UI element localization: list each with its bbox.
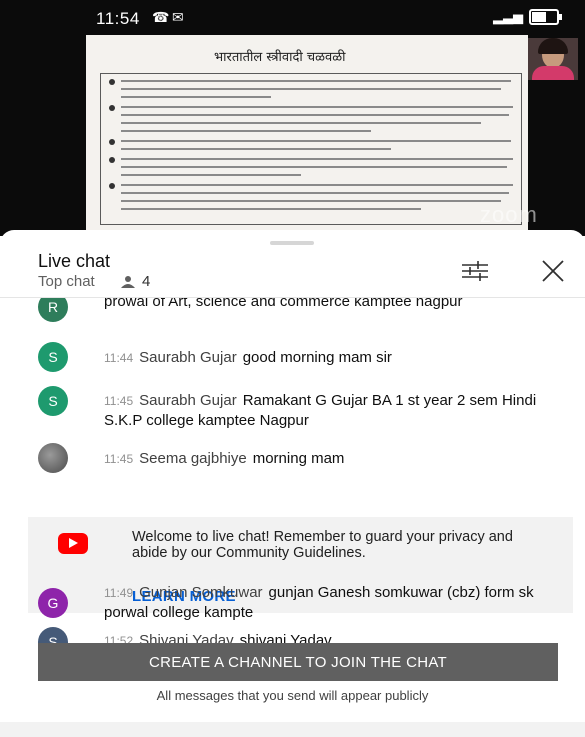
filter-settings-icon[interactable]: [460, 259, 490, 283]
public-notice: All messages that you send will appear p…: [156, 688, 429, 703]
close-icon[interactable]: [540, 258, 566, 284]
message-body: 11:52 Shivani Yadav shivani Yadav: [104, 631, 564, 643]
status-time: 11:54: [96, 9, 140, 28]
chat-messages[interactable]: R prowal of Art, science and commerce ka…: [0, 298, 585, 643]
signal-icon: ▂▃▅: [493, 9, 523, 24]
chat-title: Live chat: [38, 251, 111, 271]
slide-title: भारतातील स्त्रीवादी चळवळी: [214, 50, 346, 65]
zoom-watermark: zoom: [480, 202, 538, 227]
message-time: 11:52: [104, 634, 134, 643]
viewer-count: 4: [142, 273, 151, 290]
create-channel-button[interactable]: CREATE A CHANNEL TO JOIN THE CHAT: [38, 643, 558, 681]
message-author: Seema gajbhiye: [139, 450, 247, 467]
avatar[interactable]: S: [38, 386, 68, 416]
slide-content: [100, 73, 522, 225]
message-body: 11:49 Gunjan Somkuwar gunjan Ganesh somkuw…: [104, 584, 534, 621]
message-time: 11:45: [104, 452, 134, 466]
message-author: Saurabh Gujar: [139, 349, 237, 366]
drag-handle[interactable]: [270, 241, 314, 245]
message-author: Saurabh Gujar: [139, 392, 237, 409]
presenter-thumbnail: [528, 38, 578, 80]
message-author: Gunjan Somkuwar: [139, 584, 263, 601]
avatar[interactable]: [38, 443, 68, 473]
navigation-bar: [0, 722, 585, 737]
battery-icon: [529, 9, 562, 25]
avatar[interactable]: R: [38, 298, 68, 322]
message-time: 11:44: [104, 351, 134, 365]
chat-mode-selector[interactable]: Top chat: [38, 273, 95, 290]
message-body: prowal of Art, science and commerce kamp…: [104, 298, 463, 310]
message-time: 11:49: [104, 586, 134, 600]
avatar[interactable]: S: [38, 627, 68, 643]
welcome-text: Welcome to live chat! Remember to guard …: [132, 529, 513, 561]
avatar[interactable]: S: [38, 342, 68, 372]
avatar[interactable]: G: [38, 588, 68, 618]
message-body: 11:45 Saurabh Gujar Ramakant G Gujar BA 1 …: [104, 392, 537, 429]
live-chat-panel: Live chat Top chat 4 R prowal of Art, sc…: [0, 230, 585, 737]
message-body: 11:45 Seema gajbhiye morning mam: [104, 450, 345, 467]
system-icons: ▂▃▅: [493, 9, 562, 25]
message-body: 11:44 Saurabh Gujar good morning mam sir: [104, 349, 392, 366]
viewers-icon: [121, 276, 135, 288]
youtube-icon: [58, 533, 88, 554]
presentation-slide: भारतातील स्त्रीवादी चळवळी: [86, 35, 528, 232]
gmail-icon: ✉: [172, 9, 184, 25]
video-player[interactable]: 11:54 ☎ ✉ ▂▃▅ भारतातील स्त्रीवादी चळवळी: [0, 0, 585, 236]
message-time: 11:45: [104, 394, 134, 408]
whatsapp-icon: ☎: [152, 9, 170, 25]
message-author: Shivani Yadav: [139, 632, 234, 643]
status-bar: 11:54 ☎ ✉ ▂▃▅: [0, 0, 585, 38]
